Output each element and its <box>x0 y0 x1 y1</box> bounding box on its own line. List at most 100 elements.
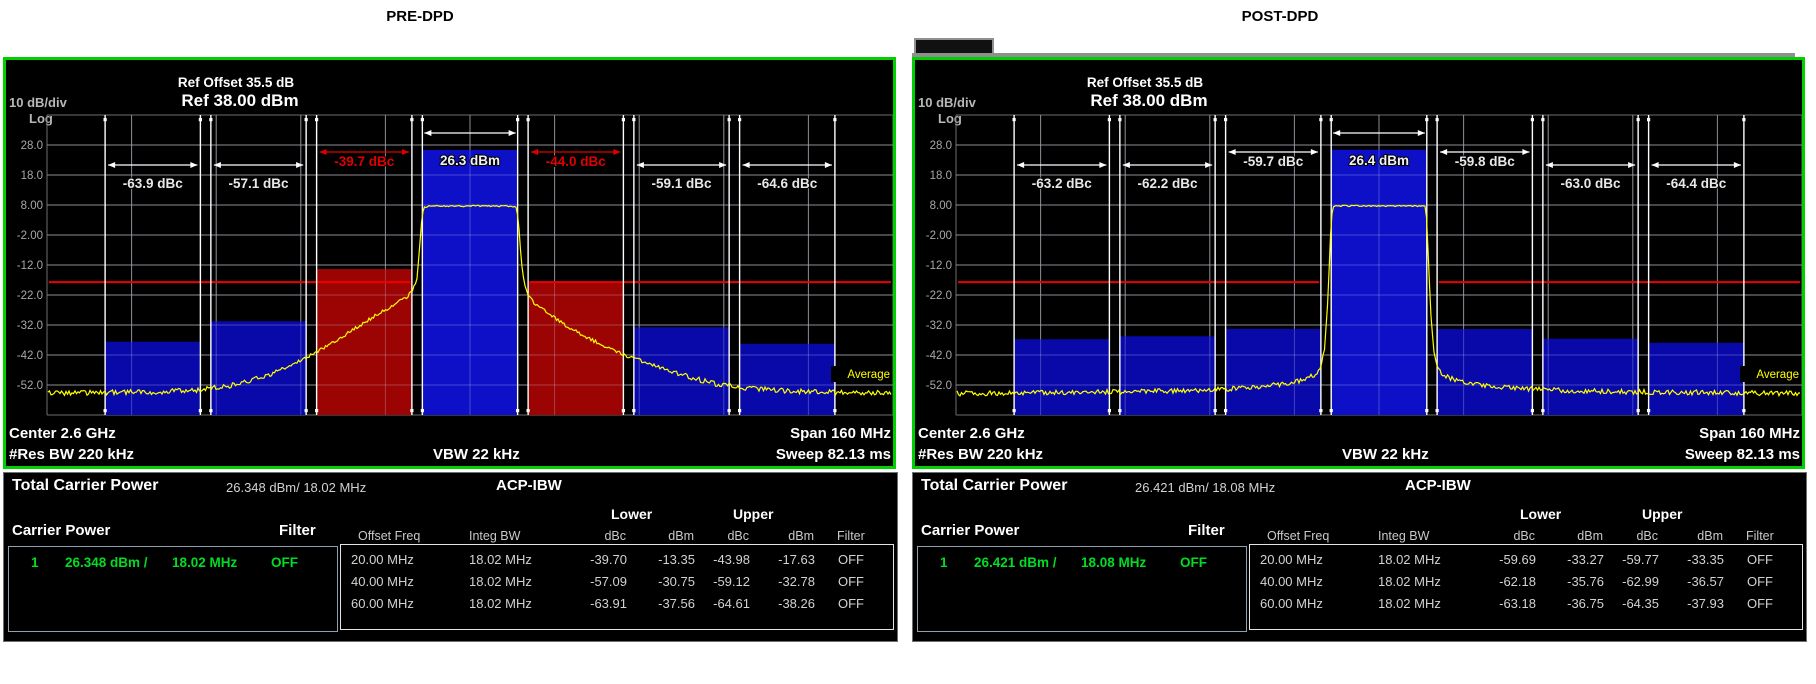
offset-row-cell: OFF <box>838 552 864 567</box>
gate-dot-bottom <box>410 409 414 413</box>
offset-row-cell: -59.77 <box>1622 552 1659 567</box>
offset-row-cell: -62.99 <box>1622 574 1659 589</box>
offset-row-cell: -64.61 <box>713 596 750 611</box>
gate-dot-top <box>738 118 742 122</box>
offset-col-header: Filter <box>837 529 865 543</box>
y-axis-tick: -32.0 <box>17 320 43 332</box>
offset-dbc-label: -59.7 dBc <box>1243 154 1304 169</box>
carrier-power-label: 26.4 dBm <box>1349 153 1409 168</box>
offset-row-cell: OFF <box>1747 596 1773 611</box>
gate-dot-top <box>1118 118 1122 122</box>
sweep-label: Sweep 82.13 ms <box>776 446 891 463</box>
offset-bar <box>633 327 730 415</box>
offset-dbc-label: -44.0 dBc <box>546 154 607 169</box>
carrier-row-bw: 18.02 MHz <box>172 555 238 570</box>
gate-dot-top <box>727 118 731 122</box>
offset-row-cell: 18.02 MHz <box>469 574 532 589</box>
average-detector-label: Average <box>1756 369 1799 381</box>
gate-dot-top <box>1224 118 1228 122</box>
total-carrier-power-value: 26.348 dBm/ 18.02 MHz <box>226 480 367 495</box>
y-axis-tick: -42.0 <box>17 350 43 362</box>
offset-col-header: dBm <box>1697 529 1723 543</box>
offset-dbc-label: -63.0 dBc <box>1560 176 1621 191</box>
offset-dbc-label: -64.4 dBc <box>1666 176 1727 191</box>
offset-row-cell: -63.91 <box>590 596 627 611</box>
upper-group-header: Upper <box>1642 506 1683 522</box>
offset-row-cell: -59.12 <box>713 574 750 589</box>
gate-dot-bottom <box>1118 409 1122 413</box>
y-axis-tick: 8.00 <box>21 200 43 212</box>
gate-dot-bottom <box>833 409 837 413</box>
carrier-power-header: Carrier Power <box>921 522 1020 539</box>
gate-dot-top <box>516 118 520 122</box>
gate-dot-bottom <box>1224 409 1228 413</box>
gate-dot-top <box>304 118 308 122</box>
acp-ibw-label: ACP-IBW <box>496 477 562 494</box>
log-scale-label: Log <box>938 111 962 126</box>
post-dpd-panel: 10 dB/div Log Ref Offset 35.5 dB Ref 38.00 … <box>912 57 1807 657</box>
offset-col-header: dBm <box>1577 529 1603 543</box>
offset-row-cell: 60.00 MHz <box>1260 596 1323 611</box>
total-carrier-power-label: Total Carrier Power <box>921 477 1068 494</box>
res-bw-label: #Res BW 220 kHz <box>918 446 1043 463</box>
carrier-filter-header: Filter <box>1188 522 1225 539</box>
gate-dot-top <box>1107 118 1111 122</box>
gate-dot-top <box>526 118 530 122</box>
offset-row-cell: -36.75 <box>1567 596 1604 611</box>
page-root: PRE-DPD POST-DPD 10 dB/div Log Ref Offset … <box>0 0 1816 684</box>
carrier-power-box: 1 26.421 dBm / 18.08 MHz OFF <box>917 546 1247 632</box>
carrier-row-filter: OFF <box>271 555 298 570</box>
gate-dot-top <box>1012 118 1016 122</box>
offset-dbc-label: -63.9 dBc <box>123 176 184 191</box>
offsets-results-box: 20.00 MHz 18.02 MHz -39.70 -13.35 -43.98 -17.… <box>340 544 894 630</box>
y-axis-tick: -12.0 <box>926 260 952 272</box>
gate-dot-top <box>420 118 424 122</box>
gate-dot-bottom <box>1329 409 1333 413</box>
offset-row-cell: OFF <box>1747 574 1773 589</box>
gate-dot-bottom <box>1647 409 1651 413</box>
carrier-power-box: 1 26.348 dBm / 18.02 MHz OFF <box>8 546 338 632</box>
spectrum-display: 10 dB/divLog Ref Offset 35.5 dBRef 38.00 … <box>3 57 896 469</box>
offset-row-cell: OFF <box>838 596 864 611</box>
gate-dot-bottom <box>1541 409 1545 413</box>
gate-dot-top <box>621 118 625 122</box>
center-freq-label: Center 2.6 GHz <box>918 425 1025 442</box>
acp-ibw-label: ACP-IBW <box>1405 477 1471 494</box>
y-axis-tick: 18.0 <box>21 170 43 182</box>
lower-group-header: Lower <box>1520 506 1562 522</box>
offset-row-cell: -30.75 <box>658 574 695 589</box>
offset-col-header: dBc <box>1636 529 1658 543</box>
y-axis-tick: -32.0 <box>926 320 952 332</box>
y-axis-tick: -42.0 <box>926 350 952 362</box>
vbw-label: VBW 22 kHz <box>1342 446 1429 463</box>
gate-dot-top <box>1329 118 1333 122</box>
offset-bar <box>1119 336 1216 415</box>
span-label: Span 160 MHz <box>1699 425 1800 442</box>
center-freq-label: Center 2.6 GHz <box>9 425 116 442</box>
offset-col-header: dBm <box>788 529 814 543</box>
average-detector-label: Average <box>847 369 890 381</box>
offset-row-cell: -62.18 <box>1499 574 1536 589</box>
offset-dbc-label: -64.6 dBc <box>757 176 818 191</box>
offset-row-cell: 40.00 MHz <box>1260 574 1323 589</box>
offset-row-cell: 18.02 MHz <box>469 596 532 611</box>
carrier-filter-header: Filter <box>279 522 316 539</box>
ref-offset-label: Ref Offset 35.5 dB <box>1087 75 1204 90</box>
gate-dot-bottom <box>1012 409 1016 413</box>
gate-dot-bottom <box>621 409 625 413</box>
upper-group-header: Upper <box>733 506 774 522</box>
gate-dot-bottom <box>1319 409 1323 413</box>
offset-row-cell: 18.02 MHz <box>1378 596 1441 611</box>
offset-row-cell: 20.00 MHz <box>1260 552 1323 567</box>
gate-dot-bottom <box>1435 409 1439 413</box>
offset-row-cell: 18.02 MHz <box>469 552 532 567</box>
gate-dot-bottom <box>632 409 636 413</box>
offset-row-cell: -35.76 <box>1567 574 1604 589</box>
offset-col-header: dBc <box>1513 529 1535 543</box>
offset-row-cell: OFF <box>838 574 864 589</box>
gate-dot-top <box>1319 118 1323 122</box>
offset-bar <box>739 343 835 415</box>
offset-col-header: dBm <box>668 529 694 543</box>
gate-dot-bottom <box>1636 409 1640 413</box>
offset-row-cell: -39.70 <box>590 552 627 567</box>
